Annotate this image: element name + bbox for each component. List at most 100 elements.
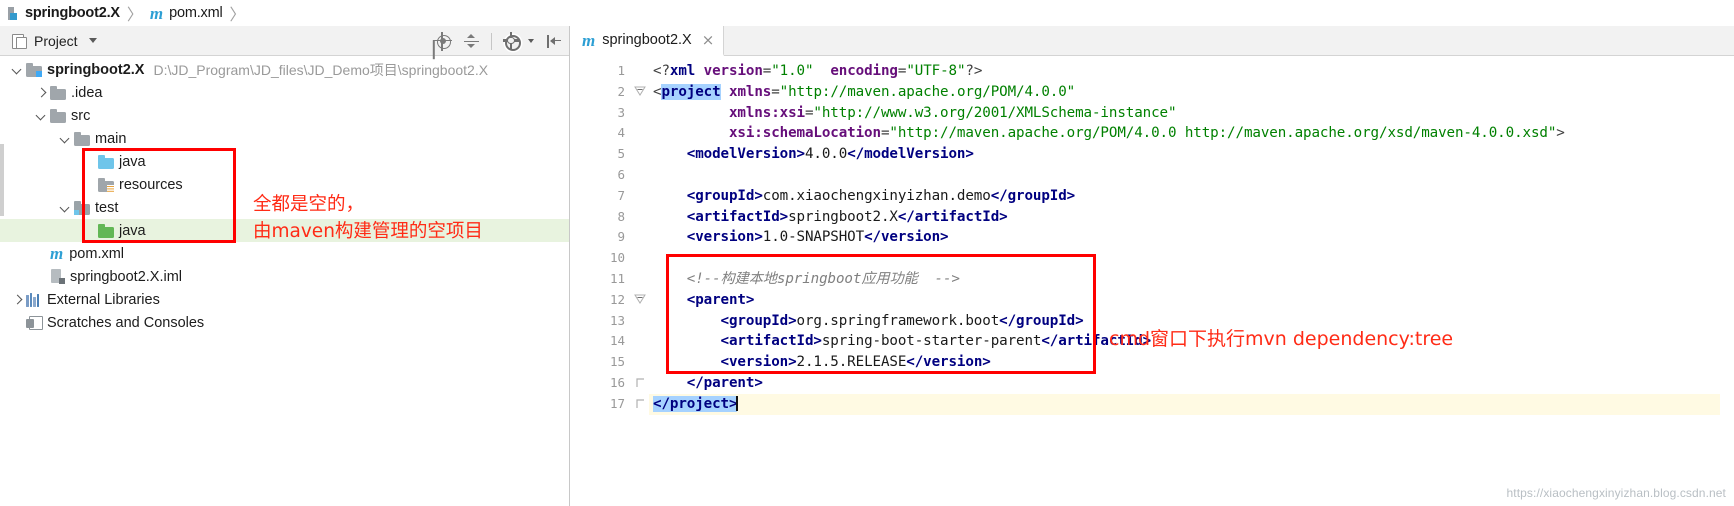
project-panel-title: Project — [34, 32, 78, 49]
tree-arrow-placeholder — [82, 223, 98, 239]
line-number: 3 — [617, 104, 625, 120]
code-line: <modelVersion>4.0.0</modelVersion> — [686, 146, 974, 163]
tree-item-label: .idea — [71, 84, 103, 101]
fold-slot — [633, 123, 649, 144]
chevron-down-icon[interactable] — [34, 108, 50, 124]
scratches-icon — [26, 315, 43, 330]
project-icon — [12, 33, 27, 49]
chevron-right-icon[interactable] — [10, 292, 26, 308]
tree-arrow-placeholder — [34, 269, 50, 285]
fold-slot — [633, 311, 649, 332]
tree-item-springboot2-x[interactable]: springboot2.X D:\JD_Program\JD_files\JD_D… — [0, 58, 569, 81]
line-number: 13 — [609, 312, 625, 328]
tree-item-label: main — [95, 130, 127, 147]
chevron-down-icon[interactable] — [58, 200, 74, 216]
tree-item-label: Scratches and Consoles — [47, 314, 205, 331]
folder-green-icon — [98, 224, 114, 238]
fold-slot — [633, 82, 649, 103]
libraries-icon — [26, 292, 42, 307]
breadcrumb-item-project[interactable]: springboot2.X — [8, 5, 120, 21]
project-tool-window: Project springboot2.X D:\JD_Program\JD_fi… — [0, 26, 570, 506]
breadcrumb-separator-1: 〉 — [126, 5, 143, 24]
gear-settings-icon[interactable] — [502, 32, 521, 51]
breadcrumb: springboot2.X 〉 m pom.xml 〉 — [0, 0, 1734, 26]
line-number: 9 — [617, 229, 625, 245]
editor-tab-springboot2x[interactable]: m springboot2.X × — [571, 26, 725, 56]
tree-item-label: External Libraries — [47, 291, 160, 308]
breadcrumb-label-pom: pom.xml — [169, 5, 223, 21]
line-number: 16 — [609, 374, 625, 390]
fold-slot — [633, 290, 649, 311]
collapse-all-icon[interactable] — [462, 32, 481, 51]
locate-in-tree-icon[interactable] — [433, 31, 452, 51]
tree-item-java[interactable]: java — [0, 150, 569, 173]
tree-item-label: java — [119, 222, 146, 239]
chevron-down-icon[interactable] — [88, 38, 97, 43]
line-number: 17 — [609, 395, 625, 411]
code-line: <project xmlns="http://maven.apache.org/… — [653, 83, 1076, 100]
line-number: 7 — [617, 187, 625, 203]
code-line: <?xml version="1.0" encoding="UTF-8"?> — [653, 63, 983, 79]
tree-item-src[interactable]: src — [0, 104, 569, 127]
code-line: </project> — [649, 393, 1734, 415]
line-number: 2 — [617, 83, 625, 99]
breadcrumb-item-pom[interactable]: m pom.xml — [150, 5, 223, 22]
fold-toggle-icon[interactable] — [634, 86, 646, 96]
tree-item-scratches-and-consoles[interactable]: Scratches and Consoles — [0, 311, 569, 334]
tree-item-external-libraries[interactable]: External Libraries — [0, 288, 569, 311]
maven-m-icon: m — [50, 244, 64, 263]
annotation-text-editor: cmd窗口下执行mvn dependency:tree — [1109, 328, 1454, 350]
chevron-right-icon[interactable] — [34, 85, 50, 101]
line-number-gutter: 1 2 3 4 5 6 7 8 9 10 11 12 13 14 15 16 17 — [571, 56, 633, 506]
tree-item-springboot2-x-iml[interactable]: springboot2.X.iml — [0, 265, 569, 288]
editor-right-gutter[interactable] — [1720, 56, 1734, 506]
code-folding-gutter[interactable] — [633, 56, 649, 506]
toolbar-divider — [491, 32, 492, 50]
editor-area: m springboot2.X × 1 2 3 4 5 6 7 8 9 10 11 12 13 14 15 1… — [571, 26, 1734, 506]
tree-item-label: java — [119, 153, 146, 170]
chevron-down-icon[interactable] — [58, 131, 74, 147]
line-number: 8 — [617, 208, 625, 224]
hide-panel-icon[interactable] — [544, 32, 563, 51]
code-text-area[interactable]: <?xml version="1.0" encoding="UTF-8"?> <p… — [649, 56, 1734, 506]
fold-slot — [633, 331, 649, 352]
tree-item-label: resources — [119, 176, 183, 193]
tree-item-main[interactable]: main — [0, 127, 569, 150]
code-line: <groupId>com.xiaochengxinyizhan.demo</gr… — [686, 187, 1076, 204]
folder-icon — [50, 109, 66, 123]
tree-item-path: D:\JD_Program\JD_files\JD_Demo项目\springb… — [153, 61, 489, 78]
code-line: </parent> — [686, 374, 763, 391]
fold-end-marker-icon — [634, 398, 646, 408]
code-line: <parent> — [686, 291, 755, 308]
breadcrumb-label-project: springboot2.X — [25, 5, 120, 21]
fold-slot — [633, 227, 649, 248]
tree-item-pom-xml[interactable]: m pom.xml — [0, 242, 569, 265]
code-line: <version>2.1.5.RELEASE</version> — [720, 354, 991, 371]
folder-icon — [50, 86, 66, 100]
fold-toggle-icon[interactable] — [634, 294, 646, 304]
fold-slot — [633, 165, 649, 186]
fold-slot — [633, 186, 649, 207]
line-number: 6 — [617, 166, 625, 182]
fold-slot — [633, 144, 649, 165]
tree-item-label: pom.xml — [69, 245, 125, 262]
maven-m-icon: m — [149, 3, 164, 23]
project-panel-title-group[interactable]: Project — [12, 33, 97, 49]
close-icon[interactable]: × — [702, 32, 715, 48]
line-number: 1 — [617, 63, 625, 78]
annotation-text-line1: 全都是空的， — [253, 194, 365, 215]
tree-item-label: springboot2.X.iml — [70, 268, 183, 285]
fold-slot — [633, 103, 649, 124]
folder-blue-icon — [98, 155, 114, 169]
fold-slot — [633, 373, 649, 394]
line-number: 12 — [609, 291, 625, 307]
chevron-down-icon[interactable] — [10, 62, 26, 78]
code-editor[interactable]: 1 2 3 4 5 6 7 8 9 10 11 12 13 14 15 16 17 <?xml version=… — [571, 56, 1734, 506]
tree-item-idea[interactable]: .idea — [0, 81, 569, 104]
fold-end-marker-icon — [634, 377, 646, 387]
line-number: 11 — [609, 270, 625, 286]
gear-chevron-down-icon[interactable] — [528, 39, 534, 43]
editor-tab-label: springboot2.X — [602, 32, 692, 48]
